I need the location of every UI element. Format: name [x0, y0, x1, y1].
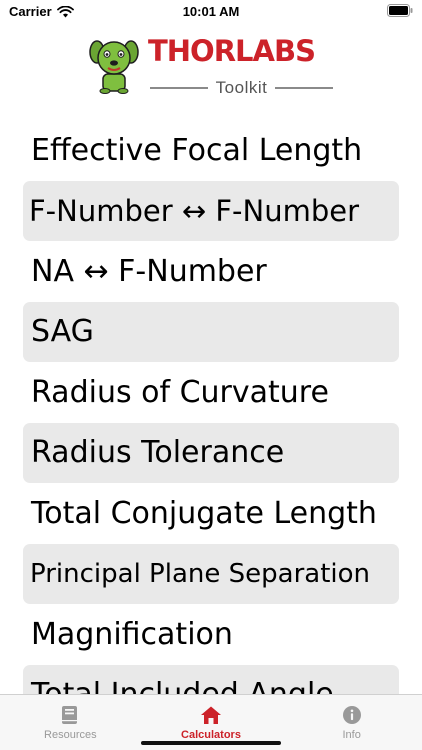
- tab-bar: Resources Calculators Info: [0, 694, 422, 750]
- subtitle-rule-left: [150, 87, 208, 89]
- home-indicator: [141, 741, 281, 745]
- calc-item-radius-of-curvature[interactable]: Radius of Curvature: [23, 362, 399, 423]
- brand-subtitle: Toolkit: [150, 78, 333, 98]
- tab-resources[interactable]: Resources: [0, 695, 141, 750]
- brand-logo-text: THORLABS: [148, 34, 316, 68]
- tab-label: Calculators: [181, 729, 241, 741]
- calc-item-radius-tolerance[interactable]: Radius Tolerance: [23, 422, 399, 483]
- calc-item-na-f-number[interactable]: NA ↔ F-Number: [23, 241, 399, 302]
- status-time: 10:01 AM: [182, 4, 240, 19]
- tab-info[interactable]: Info: [281, 695, 422, 750]
- app-header: THORLABS Toolkit: [0, 32, 422, 102]
- subtitle-text: Toolkit: [215, 78, 268, 97]
- calc-item-effective-focal-length[interactable]: Effective Focal Length: [23, 120, 399, 181]
- calc-item-magnification[interactable]: Magnification: [23, 604, 399, 665]
- info-icon: [342, 706, 361, 724]
- book-icon: [62, 706, 78, 724]
- calc-item-total-included-angle[interactable]: Total Included Angle: [23, 664, 399, 695]
- calc-item-total-conjugate-length[interactable]: Total Conjugate Length: [23, 483, 399, 544]
- calculator-list: Effective Focal Length F-Number ↔ F-Numb…: [23, 120, 399, 695]
- mascot-logo: [89, 40, 139, 94]
- calc-item-sag[interactable]: SAG: [23, 301, 399, 362]
- status-bar: Carrier 10:01 AM: [0, 0, 422, 26]
- house-icon: [201, 706, 221, 724]
- tab-label: Info: [342, 729, 361, 741]
- battery-icon: [387, 4, 413, 17]
- calc-item-principal-plane-separation[interactable]: Principal Plane Separation: [23, 543, 399, 604]
- calc-item-f-number-conversion[interactable]: F-Number ↔ F-Number: [23, 180, 399, 241]
- tab-label: Resources: [44, 729, 97, 741]
- subtitle-rule-right: [275, 87, 333, 89]
